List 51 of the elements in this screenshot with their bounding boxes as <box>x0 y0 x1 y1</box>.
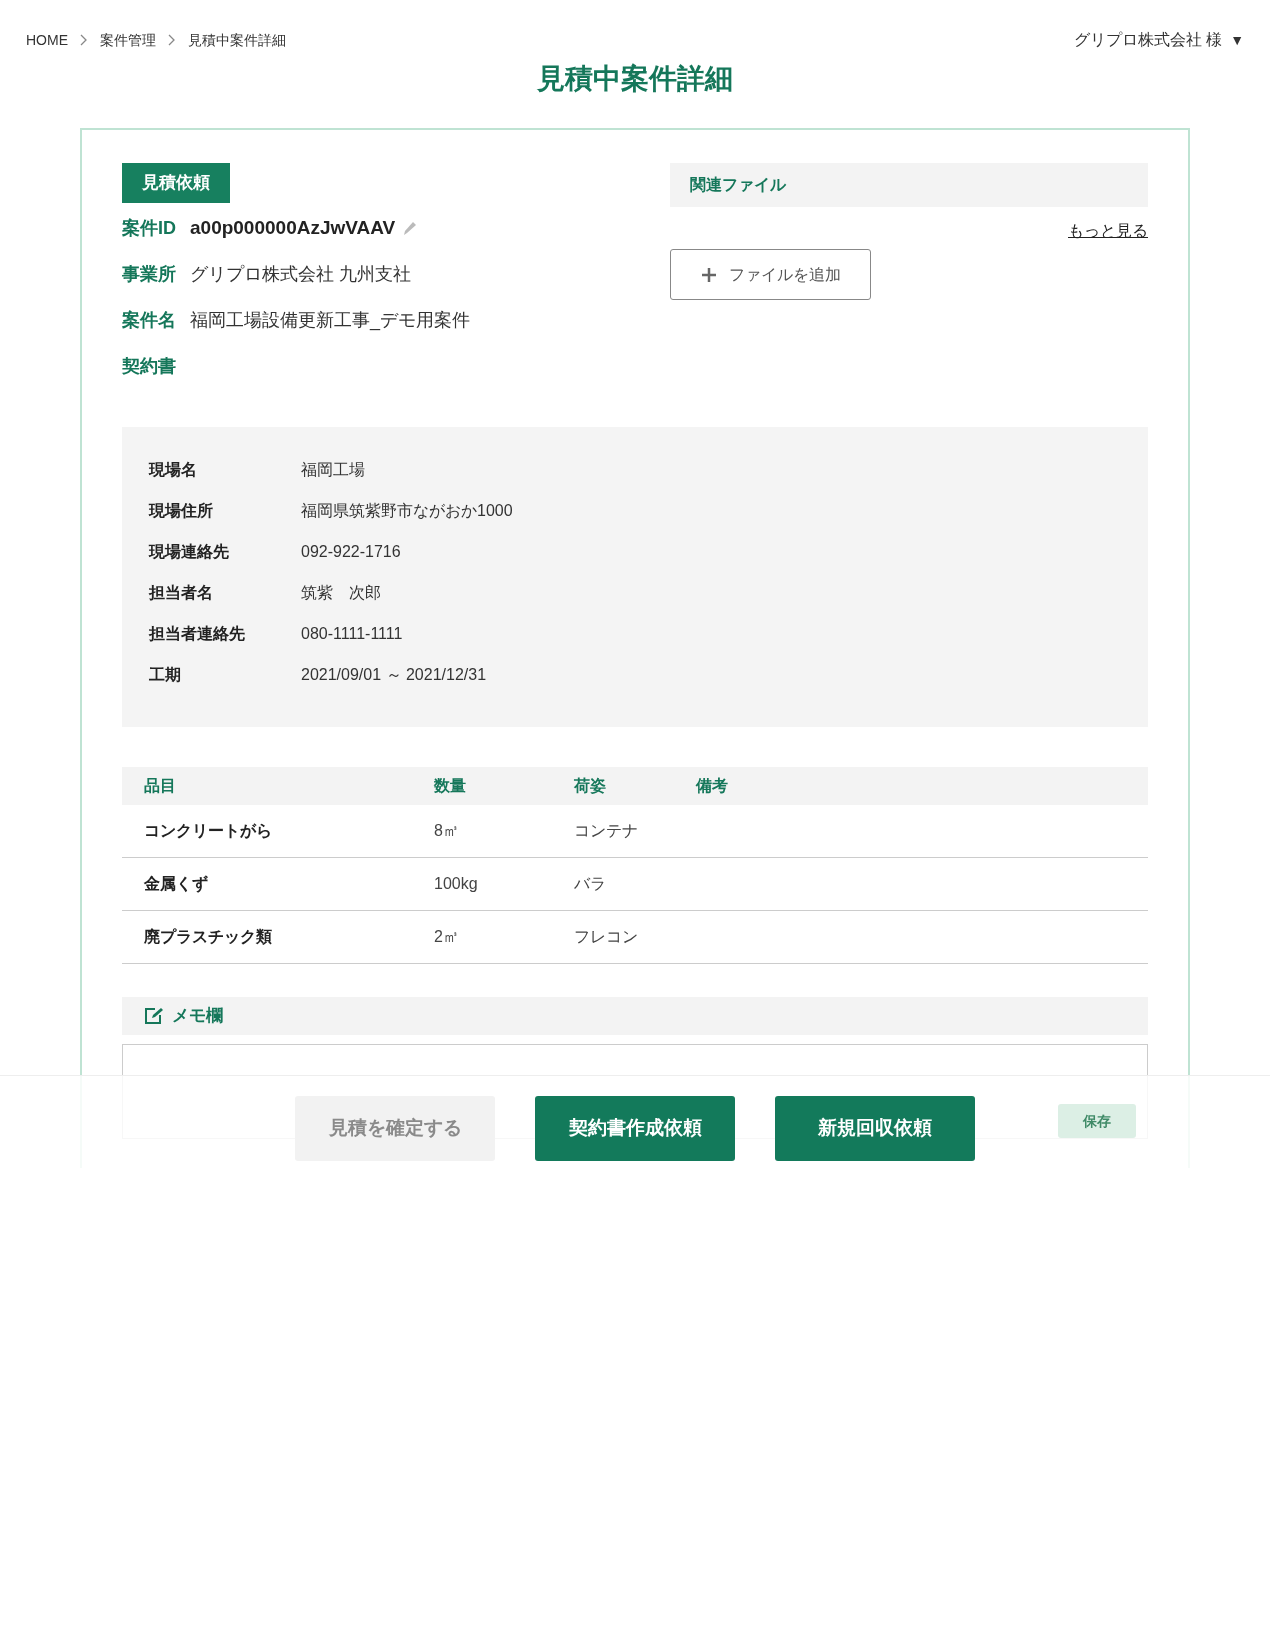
field-value: a00p000000AzJwVAAV <box>190 216 396 241</box>
edit-icon <box>144 1006 164 1025</box>
add-file-button[interactable]: ファイルを追加 <box>670 249 871 300</box>
table-cell-text: バラ <box>574 873 607 894</box>
memo-field[interactable] <box>122 1043 1148 1062</box>
column-header: 品目 <box>143 775 177 796</box>
info-value: 092-922-1716 <box>301 542 401 562</box>
action-button[interactable]: 契約書作成依頼 <box>535 1096 735 1161</box>
more-link[interactable]: もっと見る <box>1068 219 1148 243</box>
status-badge: 見積依頼 <box>122 163 230 203</box>
info-value: 080-1111-1111 <box>301 624 403 644</box>
column-header: 数量 <box>434 775 467 796</box>
field-label: 事業所 <box>122 263 176 286</box>
memo-title: メモ欄 <box>172 1004 223 1027</box>
breadcrumb-link[interactable]: 見積中案件詳細 <box>188 29 286 51</box>
action-button[interactable]: 新規回収依頼 <box>775 1096 975 1161</box>
table-cell-text: 100kg <box>434 873 479 894</box>
table-cell-text: 金属くず <box>143 873 209 895</box>
info-value: 筑紫 次郎 <box>301 583 381 603</box>
info-label: 工期 <box>149 665 182 685</box>
table-cell-text: コンテナ <box>574 820 639 841</box>
field-value: グリプロ株式会社 九州支社 <box>190 263 411 286</box>
chevron-icon <box>168 34 176 46</box>
table-cell-text: 廃プラスチック類 <box>143 926 273 947</box>
table-cell-text: 8㎥ <box>434 820 460 841</box>
field-label: 案件名 <box>122 309 176 332</box>
info-value: 2021/09/01 ～ 2021/12/31 <box>301 665 487 685</box>
info-value: 福岡県筑紫野市ながおか1000 <box>301 501 513 521</box>
info-label: 現場住所 <box>149 501 214 521</box>
table-cell-text: コンクリートがら <box>143 820 273 841</box>
table-cell-text: 2㎥ <box>434 926 460 947</box>
page-title: 見積中案件詳細 <box>537 62 733 96</box>
panel-title: 関連ファイル <box>690 175 786 195</box>
breadcrumb-link[interactable]: HOME <box>26 29 68 51</box>
user-menu[interactable]: グリプロ株式会社 様 ▼ <box>1073 28 1244 52</box>
caret-icon: ▼ <box>1230 29 1244 51</box>
table-cell-text: フレコン <box>574 926 639 947</box>
column-header: 荷姿 <box>574 775 607 796</box>
pencil-icon[interactable] <box>401 219 418 238</box>
field-value: 福岡工場設備更新工事_デモ用案件 <box>190 309 470 333</box>
info-label: 現場連絡先 <box>149 542 230 562</box>
info-label: 現場名 <box>149 460 198 480</box>
info-label: 担当者連絡先 <box>149 624 246 644</box>
column-header: 備考 <box>696 775 729 796</box>
field-label: 契約書 <box>122 355 176 378</box>
info-value: 福岡工場 <box>301 460 365 480</box>
info-label: 担当者名 <box>149 583 214 603</box>
plus-icon <box>700 266 717 283</box>
chevron-icon <box>80 34 88 46</box>
breadcrumb-link[interactable]: 案件管理 <box>100 29 156 51</box>
field-label: 案件ID <box>122 217 176 240</box>
